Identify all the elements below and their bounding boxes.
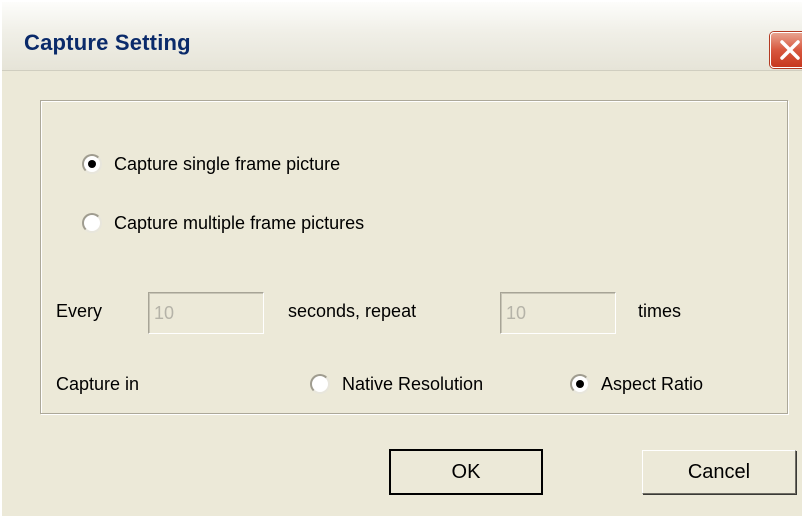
multiple-frame-radio[interactable] [82, 213, 102, 233]
aspect-ratio-radio[interactable] [570, 374, 590, 394]
every-label: Every [56, 301, 103, 321]
times-input[interactable] [500, 292, 616, 334]
cancel-button[interactable]: Cancel [642, 450, 796, 494]
native-resolution-label[interactable]: Native Resolution [342, 374, 483, 395]
native-resolution-radio[interactable] [310, 374, 330, 394]
ok-button[interactable]: OK [389, 449, 543, 495]
aspect-ratio-label[interactable]: Aspect Ratio [601, 374, 703, 395]
dialog-title: Capture Setting [24, 30, 191, 55]
times-label: times [638, 301, 682, 321]
close-button[interactable] [770, 32, 802, 68]
radio-dot [88, 160, 96, 168]
title-bar[interactable]: Capture Setting [2, 2, 802, 71]
settings-group-box [40, 100, 788, 414]
seconds-repeat-label: seconds, repeat [288, 301, 417, 321]
single-frame-label[interactable]: Capture single frame picture [114, 154, 340, 175]
capture-setting-dialog: Capture Setting Capture single frame pic… [0, 0, 802, 516]
single-frame-radio[interactable] [82, 154, 102, 174]
close-icon [780, 40, 800, 60]
multiple-frame-label[interactable]: Capture multiple frame pictures [114, 213, 364, 234]
radio-dot [576, 380, 584, 388]
seconds-input[interactable] [148, 292, 264, 334]
capture-in-label: Capture in [56, 374, 140, 394]
